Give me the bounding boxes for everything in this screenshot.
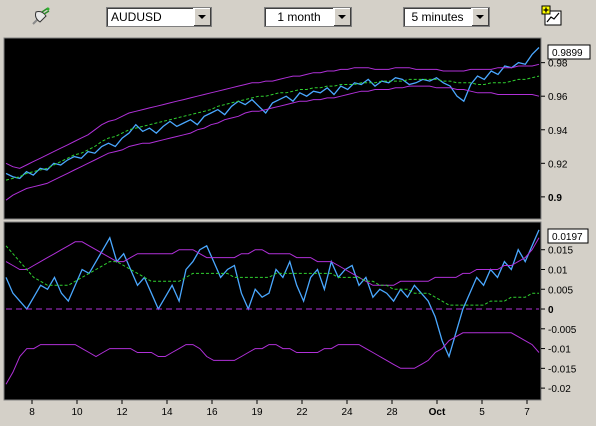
symbol-select[interactable]: AUDUSD (106, 7, 212, 27)
x-tick-label: 7 (524, 407, 530, 418)
x-tick-label: Oct (429, 407, 446, 418)
x-tick-label: 19 (251, 407, 263, 418)
x-tick-label: 22 (296, 407, 308, 418)
top-plot-background (3, 37, 542, 220)
period-value: 1 month (277, 10, 321, 24)
top-y-axis: 0.98 0.96 0.94 0.92 0.9 (541, 59, 568, 204)
x-tick-label: 14 (161, 407, 173, 418)
x-tick-label: 24 (341, 407, 353, 418)
interval-select[interactable]: 5 minutes (403, 7, 490, 27)
x-tick-label: 16 (206, 407, 218, 418)
bottom-plot-background (3, 221, 542, 401)
satellite-dish-icon[interactable] (30, 6, 52, 28)
y-tick-label: 0.94 (548, 126, 568, 137)
add-chart-icon[interactable] (541, 5, 563, 27)
y-tick-label: -0.02 (548, 384, 571, 395)
y-tick-label: 0.9 (548, 193, 562, 204)
period-select[interactable]: 1 month (264, 7, 352, 27)
bottom-current-value: 0.0197 (552, 232, 583, 243)
toolbar: AUDUSD 1 month 5 minutes (0, 0, 596, 34)
x-tick-label: 28 (386, 407, 398, 418)
y-tick-label: 0.01 (548, 265, 568, 276)
interval-value: 5 minutes (411, 10, 464, 24)
x-tick-label: 5 (479, 407, 485, 418)
y-tick-label: 0.015 (548, 246, 573, 257)
x-tick-label: 8 (29, 407, 35, 418)
y-tick-label: -0.015 (548, 364, 577, 375)
y-tick-label: 0.005 (548, 285, 573, 296)
symbol-value: AUDUSD (111, 10, 162, 24)
x-axis: 8 10 12 14 16 19 22 24 28 Oct 5 7 (29, 400, 530, 418)
x-tick-label: 10 (71, 407, 83, 418)
top-current-value: 0.9899 (552, 48, 583, 59)
bottom-y-axis: 0.015 0.01 0.005 0 -0.005 -0.01 -0.015 -0.02 (541, 246, 577, 395)
y-tick-label: 0 (548, 305, 554, 316)
y-tick-label: 0.92 (548, 159, 568, 170)
interval-dropdown-button[interactable] (471, 8, 489, 26)
y-tick-label: -0.01 (548, 345, 571, 356)
period-dropdown-button[interactable] (333, 8, 351, 26)
chart-area: 0.98 0.96 0.94 0.92 0.9 0.015 0.01 0.005 0 -0.00… (0, 34, 596, 421)
symbol-dropdown-button[interactable] (193, 8, 211, 26)
x-tick-label: 12 (116, 407, 128, 418)
price-charts[interactable]: 0.98 0.96 0.94 0.92 0.9 0.015 0.01 0.005 0 -0.00… (0, 34, 596, 421)
y-tick-label: 0.96 (548, 92, 568, 103)
y-tick-label: 0.98 (548, 59, 568, 70)
y-tick-label: -0.005 (548, 325, 577, 336)
